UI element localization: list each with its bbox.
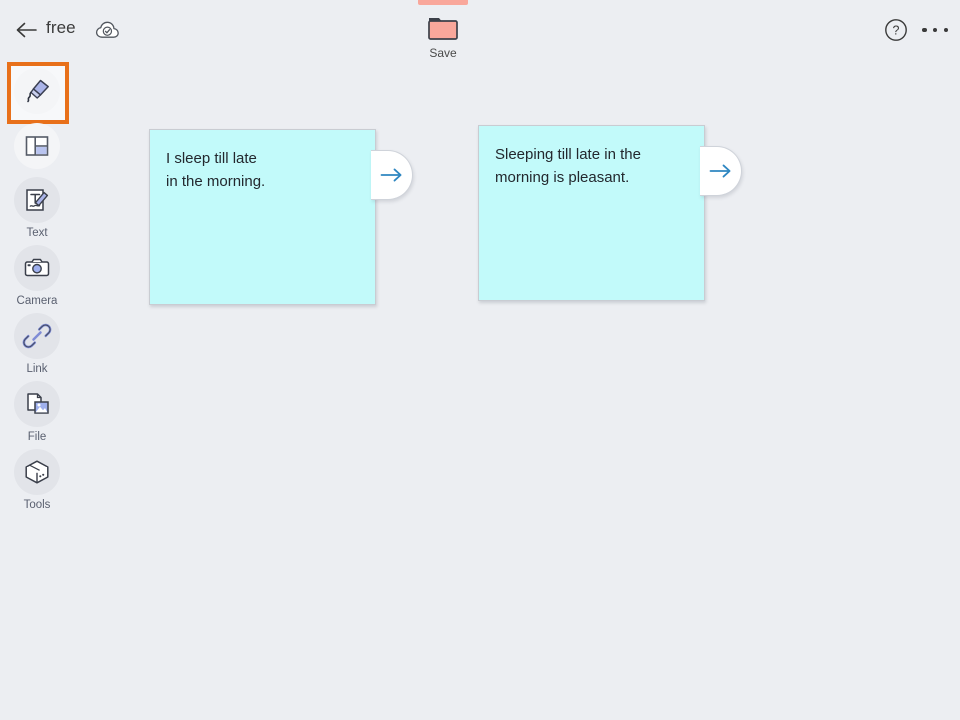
sidebar-label-file: File [27,431,47,443]
sidebar-item-text[interactable]: Text [0,177,74,239]
tools-icon [14,449,60,495]
pen-glyph [27,79,49,103]
sidebar-item-link[interactable]: Link [0,313,74,375]
note-card[interactable]: I sleep till late in the morning. [149,129,413,305]
dot-1 [922,27,927,33]
note-expand-arrow-button[interactable] [371,150,413,200]
save-button[interactable]: Save [418,0,468,68]
note-card[interactable]: Sleeping till late in the morning is ple… [478,125,742,301]
dot-3 [943,27,948,33]
sidebar-item-layout[interactable] [0,123,74,173]
note-expand-arrow-button[interactable] [700,146,742,196]
text-icon [14,177,60,223]
link-icon [14,313,60,359]
sidebar-label-camera: Camera [16,295,58,307]
layout-icon [14,123,60,169]
back-arrow-glyph [16,22,37,38]
note-text[interactable]: Sleeping till late in the morning is ple… [495,144,688,189]
cloud-check-glyph [95,21,119,38]
arrow-right-icon [709,164,730,178]
back-icon[interactable] [14,17,40,43]
tool-sidebar: Text Camera Link File Tools [0,58,74,720]
cloud-sync-icon[interactable] [94,18,122,42]
sidebar-item-camera[interactable]: Camera [0,245,74,307]
sidebar-label-link: Link [26,363,48,375]
sidebar-label-tools: Tools [23,499,51,511]
question-mark-glyph: ? [885,19,907,41]
camera-icon [14,245,60,291]
note-canvas[interactable]: I sleep till late in the morning. Sleepi… [74,70,960,720]
svg-text:?: ? [893,24,900,38]
layout-glyph [25,136,49,156]
arrow-right-icon [380,168,401,182]
save-label: Save [429,46,457,60]
dot-2 [932,27,938,33]
more-options-icon[interactable] [922,20,948,40]
help-icon[interactable]: ? [884,18,908,42]
folder-icon [424,13,462,43]
save-active-indicator [418,0,468,5]
pen-icon [14,68,60,114]
note-text[interactable]: I sleep till late in the morning. [166,148,359,193]
text-edit-glyph [26,189,49,211]
sidebar-label-text: Text [26,227,48,239]
file-icon [14,381,60,427]
top-bar: free Save ? [0,0,960,70]
document-title[interactable]: free [46,18,76,38]
sidebar-item-file[interactable]: File [0,381,74,443]
sidebar-item-pen[interactable] [0,68,74,118]
file-image-glyph [27,393,49,414]
chain-link-glyph [22,323,52,349]
sidebar-item-tools[interactable]: Tools [0,449,74,511]
box-glyph [25,460,49,484]
camera-glyph [24,258,50,277]
